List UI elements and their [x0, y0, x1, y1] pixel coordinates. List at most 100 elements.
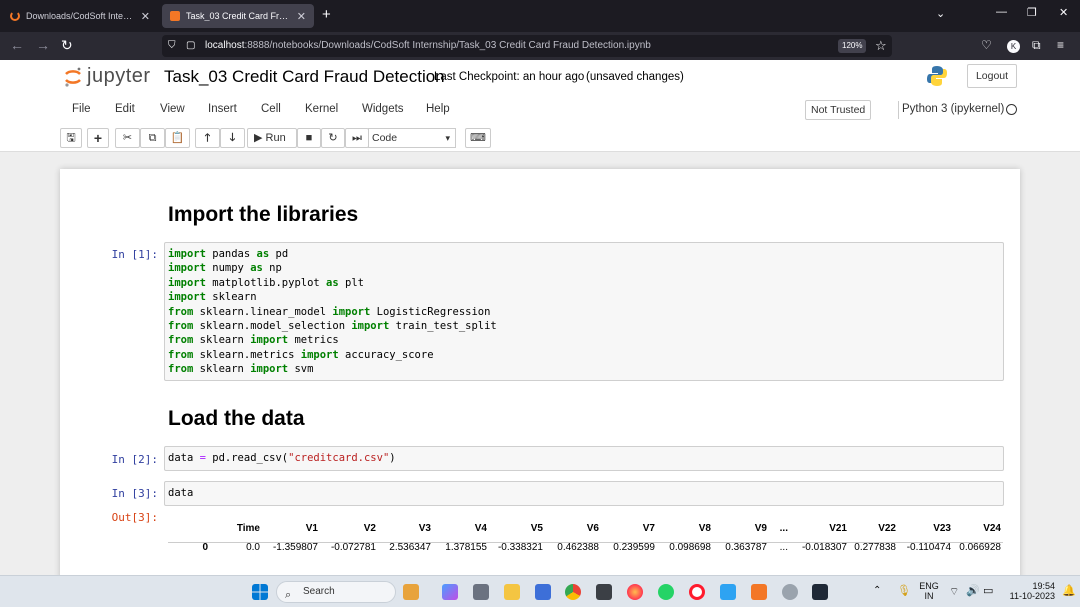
chevron-down-icon[interactable]: ⌄: [936, 7, 945, 20]
logout-button[interactable]: Logout: [967, 64, 1017, 88]
kernel-name[interactable]: Python 3 (ipykernel): [902, 103, 1004, 115]
notification-bell-icon[interactable]: 🔔: [1062, 584, 1076, 597]
heading-load-data[interactable]: Load the data: [168, 407, 305, 431]
menu-cell[interactable]: Cell: [261, 103, 281, 115]
run-button[interactable]: ▶ Run: [247, 128, 297, 148]
terminal-icon[interactable]: [812, 584, 828, 600]
interrupt-icon[interactable]: ■: [297, 128, 321, 148]
jupyter-header: jupyter Task_03 Credit Card Fraud Detect…: [0, 60, 1080, 152]
column-header: V9: [754, 523, 767, 534]
code-cell-read-csv[interactable]: data = pd.read_csv("creditcard.csv"): [164, 446, 1004, 471]
jupyter-logo[interactable]: jupyter: [63, 65, 151, 88]
move-up-icon[interactable]: 🡑: [195, 128, 220, 148]
shield-icon[interactable]: ⛉: [168, 40, 176, 51]
menu-help[interactable]: Help: [426, 103, 450, 115]
copy-icon[interactable]: ⧉: [140, 128, 165, 148]
close-window-icon[interactable]: ✕: [1059, 6, 1068, 19]
restore-icon[interactable]: ❐: [1027, 6, 1037, 19]
whatsapp-icon[interactable]: [658, 584, 674, 600]
cell-type-select[interactable]: Code ▾: [368, 128, 456, 148]
column-header: V5: [530, 523, 543, 534]
chrome-icon[interactable]: [565, 584, 581, 600]
notebook-title[interactable]: Task_03 Credit Card Fraud Detection: [164, 67, 445, 87]
code-line: import pandas as pd: [168, 248, 289, 260]
jupyter-logo-text: jupyter: [87, 65, 151, 87]
opera-icon[interactable]: [689, 584, 705, 600]
account-icon[interactable]: K: [1007, 40, 1020, 53]
menu-widgets[interactable]: Widgets: [362, 103, 404, 115]
table-cell: ...: [779, 542, 788, 553]
cell-type-value: Code: [372, 132, 398, 144]
checkpoint-status: Last Checkpoint: an hour ago: [434, 71, 585, 83]
menu-edit[interactable]: Edit: [115, 103, 135, 115]
menu-file[interactable]: File: [72, 103, 91, 115]
move-down-icon[interactable]: 🡓: [220, 128, 245, 148]
menu-icon[interactable]: ≡: [1057, 38, 1064, 52]
close-tab-icon[interactable]: ✕: [297, 10, 306, 23]
browser-tab-notebook[interactable]: Task_03 Credit Card Fraud Detec ✕: [162, 4, 314, 28]
bookmark-star-icon[interactable]: ☆: [875, 38, 887, 54]
widgets-icon[interactable]: [403, 584, 419, 600]
url-host: localhost: [205, 40, 245, 51]
paste-icon[interactable]: 📋: [165, 128, 190, 148]
volume-icon[interactable]: 🔊: [966, 584, 980, 597]
forward-arrow-icon[interactable]: →: [36, 37, 50, 53]
cut-icon[interactable]: ✂: [115, 128, 140, 148]
run-label: Run: [265, 132, 286, 144]
close-tab-icon[interactable]: ✕: [141, 10, 150, 23]
extensions-icon[interactable]: ⧉: [1032, 38, 1041, 53]
microphone-icon[interactable]: 🎙: [897, 584, 911, 597]
restart-run-all-icon[interactable]: ⏭: [345, 128, 369, 148]
task-view-icon[interactable]: [473, 584, 489, 600]
language-indicator[interactable]: ENG IN: [918, 581, 940, 601]
battery-icon[interactable]: ▭: [983, 584, 993, 597]
play-icon: ▶: [254, 132, 266, 144]
dataframe-output: Time V1 V2 V3 V4 V5 V6 V7 V8 V9 ... V21 …: [168, 519, 1001, 557]
file-explorer-icon[interactable]: [504, 584, 520, 600]
code-cell-data[interactable]: data: [164, 481, 1004, 506]
restart-icon[interactable]: ↻: [321, 128, 345, 148]
store-icon[interactable]: [535, 584, 551, 600]
output-prompt: Out[3]:: [111, 511, 158, 524]
code-line: data: [168, 487, 194, 499]
page-info-icon[interactable]: ▢: [186, 40, 195, 51]
zoom-app-icon[interactable]: [720, 584, 736, 600]
wifi-icon[interactable]: ⌔: [949, 585, 959, 599]
github-icon[interactable]: [596, 584, 612, 600]
add-cell-icon[interactable]: +: [87, 128, 109, 148]
not-trusted-badge[interactable]: Not Trusted: [805, 100, 872, 120]
firefox-icon[interactable]: [627, 584, 643, 600]
chevron-down-icon: ▾: [445, 133, 450, 143]
reload-icon[interactable]: ↻: [61, 37, 73, 54]
table-cell: 0.277838: [854, 542, 896, 553]
clock[interactable]: 19:54 11-10-2023: [1001, 581, 1055, 601]
minimize-icon[interactable]: —: [996, 6, 1007, 18]
menu-insert[interactable]: Insert: [208, 103, 237, 115]
xampp-icon[interactable]: [751, 584, 767, 600]
search-icon: ⌕: [285, 589, 292, 601]
back-arrow-icon[interactable]: ←: [10, 37, 24, 53]
table-divider: [168, 542, 1003, 543]
heading-import-libraries[interactable]: Import the libraries: [168, 203, 358, 227]
menu-kernel[interactable]: Kernel: [305, 103, 338, 115]
code-cell-imports[interactable]: import pandas as pd import numpy as np i…: [164, 242, 1004, 381]
zoom-badge[interactable]: 120%: [838, 39, 867, 53]
taskbar-search[interactable]: ⌕ Search: [276, 581, 396, 603]
copilot-icon[interactable]: [442, 584, 458, 600]
code-line: from sklearn.model_selection import trai…: [168, 320, 497, 333]
menu-view[interactable]: View: [160, 103, 185, 115]
settings-gear-icon[interactable]: [782, 584, 798, 600]
jupyter-favicon-icon: [10, 11, 20, 21]
table-header-row: Time V1 V2 V3 V4 V5 V6 V7 V8 V9 ... V21 …: [168, 519, 1001, 538]
code-line: import sklearn: [168, 291, 257, 304]
pocket-icon[interactable]: ♡: [981, 38, 992, 52]
keyboard-icon[interactable]: ⌨: [465, 128, 491, 148]
cell-prompt: In [1]:: [111, 248, 158, 261]
url-bar[interactable]: ⛉ ▢ localhost:8888/notebooks/Downloads/C…: [162, 35, 892, 57]
chevron-up-icon[interactable]: ⌃: [873, 585, 881, 596]
new-tab-button[interactable]: +: [322, 6, 331, 23]
save-icon[interactable]: 🖫: [60, 128, 82, 148]
browser-tab-downloads[interactable]: Downloads/CodSoft Internship/ ✕: [2, 4, 158, 28]
table-cell: 0.066928: [959, 542, 1001, 553]
windows-start-icon[interactable]: [252, 584, 268, 600]
